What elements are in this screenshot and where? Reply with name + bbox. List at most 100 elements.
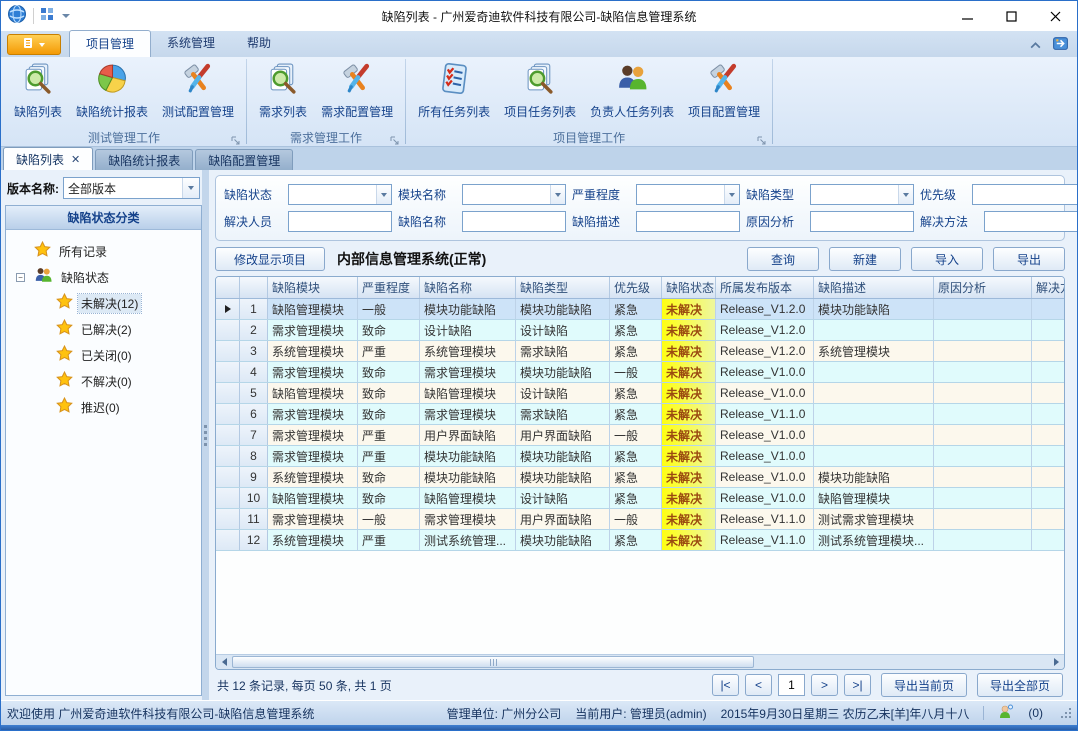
resize-grip-icon[interactable]: [1061, 708, 1071, 718]
tree-item-已关闭(0)[interactable]: 已关闭(0): [16, 342, 197, 368]
select-caret-icon[interactable]: [550, 185, 565, 204]
row-indicator-cell: [216, 383, 240, 403]
table-row[interactable]: 9系统管理模块致命模块功能缺陷模块功能缺陷紧急未解决Release_V1.0.0…: [216, 467, 1064, 488]
ribbon-button-缺陷列表[interactable]: 缺陷列表: [7, 59, 69, 123]
online-user-icon[interactable]: [998, 704, 1014, 723]
cell-缺陷模块: 系统管理模块: [268, 467, 358, 487]
table-row[interactable]: 10缺陷管理模块致命缺陷管理模块设计缺陷紧急未解决Release_V1.0.0缺…: [216, 488, 1064, 509]
scroll-left-icon[interactable]: [216, 655, 232, 669]
cell-原因分析: [934, 383, 1032, 403]
dialog-launcher-icon[interactable]: [231, 134, 240, 143]
new-button[interactable]: 新建: [829, 247, 901, 271]
ribbon-button-项目配置管理[interactable]: 项目配置管理: [681, 59, 767, 123]
column-header-严重程度[interactable]: 严重程度: [358, 277, 420, 298]
import-button[interactable]: 导入: [911, 247, 983, 271]
select-caret-icon[interactable]: [376, 185, 391, 204]
table-row[interactable]: 3系统管理模块严重系统管理模块需求缺陷紧急未解决Release_V1.2.0系统…: [216, 341, 1064, 362]
ribbon-button-需求配置管理[interactable]: 需求配置管理: [314, 59, 400, 123]
ribbon-button-项目任务列表[interactable]: 项目任务列表: [497, 59, 583, 123]
collapse-node-icon[interactable]: −: [16, 273, 25, 282]
select-caret-icon[interactable]: [898, 185, 913, 204]
column-header-所属发布版本[interactable]: 所属发布版本: [716, 277, 814, 298]
tree-item-推迟(0)[interactable]: 推迟(0): [16, 394, 197, 420]
filter-input-缺陷描述[interactable]: [636, 211, 740, 232]
doc-tab-缺陷统计报表[interactable]: 缺陷统计报表: [95, 149, 193, 170]
ribbon-tab-项目管理[interactable]: 项目管理: [69, 30, 151, 57]
prev-page-button[interactable]: <: [745, 674, 772, 696]
ribbon-tab-帮助[interactable]: 帮助: [231, 30, 287, 57]
tree-item-所有记录[interactable]: 所有记录: [16, 238, 197, 264]
app-logo-icon: [7, 4, 27, 29]
next-page-button[interactable]: >: [811, 674, 838, 696]
ribbon-button-需求列表[interactable]: 需求列表: [252, 59, 314, 123]
doc-tab-缺陷列表[interactable]: 缺陷列表✕: [3, 147, 93, 170]
search-button[interactable]: 查询: [747, 247, 819, 271]
close-tab-icon[interactable]: ✕: [71, 153, 80, 166]
about-icon[interactable]: [1052, 35, 1069, 57]
filter-select-缺陷类型[interactable]: [810, 184, 914, 205]
ribbon-button-测试配置管理[interactable]: 测试配置管理: [155, 59, 241, 123]
column-header-缺陷名称[interactable]: 缺陷名称: [420, 277, 516, 298]
table-row[interactable]: 5缺陷管理模块致命缺陷管理模块设计缺陷紧急未解决Release_V1.0.0: [216, 383, 1064, 404]
table-row[interactable]: 7需求管理模块严重用户界面缺陷用户界面缺陷一般未解决Release_V1.0.0: [216, 425, 1064, 446]
column-header-缺陷类型[interactable]: 缺陷类型: [516, 277, 610, 298]
table-row[interactable]: 1缺陷管理模块一般模块功能缺陷模块功能缺陷紧急未解决Release_V1.2.0…: [216, 299, 1064, 320]
quick-access-caret-icon[interactable]: [62, 14, 70, 18]
page-number-input[interactable]: [778, 674, 805, 696]
scrollbar-thumb[interactable]: [232, 656, 754, 668]
table-row[interactable]: 6需求管理模块致命需求管理模块需求缺陷紧急未解决Release_V1.1.0: [216, 404, 1064, 425]
tree-item-已解决(2)[interactable]: 已解决(2): [16, 316, 197, 342]
modify-columns-button[interactable]: 修改显示项目: [215, 247, 325, 271]
ribbon-button-缺陷统计报表[interactable]: 缺陷统计报表: [69, 59, 155, 123]
last-page-button[interactable]: >|: [844, 674, 871, 696]
tree-item-不解决(0)[interactable]: 不解决(0): [16, 368, 197, 394]
ribbon-button-负责人任务列表[interactable]: 负责人任务列表: [583, 59, 681, 123]
export-button[interactable]: 导出: [993, 247, 1065, 271]
ribbon-tab-系统管理[interactable]: 系统管理: [151, 30, 231, 57]
table-row[interactable]: 12系统管理模块严重测试系统管理...模块功能缺陷紧急未解决Release_V1…: [216, 530, 1064, 551]
table-row[interactable]: 11需求管理模块一般需求管理模块用户界面缺陷一般未解决Release_V1.1.…: [216, 509, 1064, 530]
tree-item-未解决(12)[interactable]: 未解决(12): [16, 290, 197, 316]
scroll-right-icon[interactable]: [1048, 655, 1064, 669]
dialog-launcher-icon[interactable]: [390, 134, 399, 143]
version-select-caret-icon[interactable]: [182, 178, 199, 198]
cell-严重程度: 致命: [358, 488, 420, 508]
column-header-解决方法[interactable]: 解决方法: [1032, 277, 1064, 298]
filter-select-缺陷状态[interactable]: [288, 184, 392, 205]
export-current-page-button[interactable]: 导出当前页: [881, 673, 967, 697]
close-button[interactable]: [1033, 1, 1077, 31]
splitter-grip-icon: [204, 425, 207, 446]
table-row[interactable]: 4需求管理模块致命需求管理模块模块功能缺陷一般未解决Release_V1.0.0: [216, 362, 1064, 383]
collapse-ribbon-icon[interactable]: [1029, 37, 1042, 55]
tree-item-缺陷状态[interactable]: −缺陷状态: [16, 264, 197, 290]
horizontal-scrollbar[interactable]: [216, 654, 1064, 669]
filter-select-严重程度[interactable]: [636, 184, 740, 205]
filter-input-解决方法[interactable]: [984, 211, 1077, 232]
column-header-缺陷状态[interactable]: 缺陷状态: [662, 277, 716, 298]
sidebar-splitter[interactable]: [202, 170, 209, 700]
dialog-launcher-icon[interactable]: [757, 134, 766, 143]
window-layout-icon[interactable]: [40, 7, 54, 26]
column-header-优先级[interactable]: 优先级: [610, 277, 662, 298]
column-header-缺陷描述[interactable]: 缺陷描述: [814, 277, 934, 298]
filter-input-解决人员[interactable]: [288, 211, 392, 232]
column-header-原因分析[interactable]: 原因分析: [934, 277, 1032, 298]
export-all-pages-button[interactable]: 导出全部页: [977, 673, 1063, 697]
filter-select-优先级[interactable]: [972, 184, 1077, 205]
table-row[interactable]: 8需求管理模块严重模块功能缺陷模块功能缺陷紧急未解决Release_V1.0.0: [216, 446, 1064, 467]
ribbon-button-所有任务列表[interactable]: 所有任务列表: [411, 59, 497, 123]
column-header-缺陷模块[interactable]: 缺陷模块: [268, 277, 358, 298]
version-label: 版本名称:: [7, 180, 59, 197]
version-select[interactable]: 全部版本: [63, 177, 200, 199]
first-page-button[interactable]: |<: [712, 674, 739, 696]
maximize-button[interactable]: [989, 1, 1033, 31]
minimize-button[interactable]: [945, 1, 989, 31]
doc-tab-缺陷配置管理[interactable]: 缺陷配置管理: [195, 149, 293, 170]
table-row[interactable]: 2需求管理模块致命设计缺陷设计缺陷紧急未解决Release_V1.2.0: [216, 320, 1064, 341]
filter-input-缺陷名称[interactable]: [462, 211, 566, 232]
select-caret-icon[interactable]: [724, 185, 739, 204]
filter-input-原因分析[interactable]: [810, 211, 914, 232]
row-indicator-cell: [216, 446, 240, 466]
filter-select-模块名称[interactable]: [462, 184, 566, 205]
app-menu-button[interactable]: [7, 34, 61, 55]
